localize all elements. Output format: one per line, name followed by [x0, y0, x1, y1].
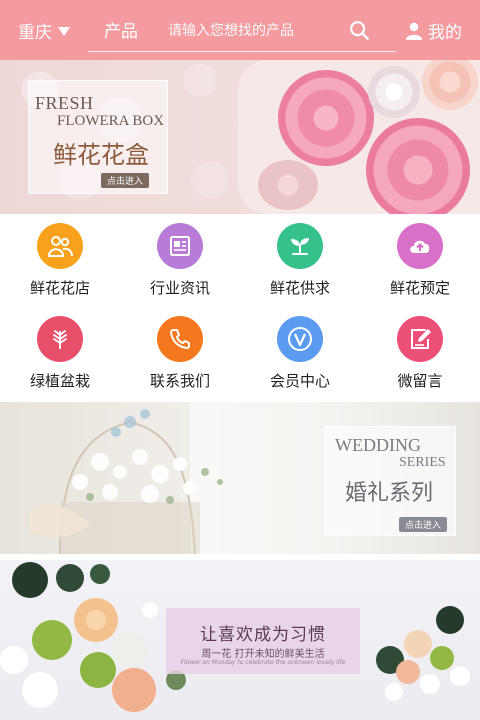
grid-label: 鲜花花店 — [29, 279, 90, 297]
grid-label: 微留言 — [397, 372, 443, 390]
enter-button[interactable]: 点击进入 — [399, 517, 448, 532]
promo-card: FRESH FLOWERA BOX 鲜花花盒 点击进入 — [28, 80, 168, 194]
dropdown-triangle-icon — [58, 27, 70, 36]
promo-title-cn: 鲜花花盒 — [53, 141, 149, 169]
search-icon[interactable] — [348, 19, 370, 41]
bud-image — [258, 160, 318, 210]
rose-image — [278, 70, 374, 166]
phone-icon — [157, 316, 203, 362]
grid-item-member-center[interactable]: 会员中心 — [240, 307, 360, 400]
grid-label: 行业资讯 — [149, 279, 210, 297]
promo-subtitle-en: SERIES — [399, 455, 446, 470]
promo-title-en: FRESH — [35, 93, 94, 113]
category-grid: 鲜花花店 行业资讯 鲜花供求 鲜花预定 绿植盆栽 联系我们 会员中心 微留言 — [0, 214, 480, 400]
white-flower-image — [368, 66, 420, 118]
grid-item-contact-us[interactable]: 联系我们 — [120, 307, 240, 400]
news-icon — [157, 223, 203, 269]
promo-subtitle-en: FLOWERA BOX — [57, 113, 165, 129]
grid-item-supply-demand[interactable]: 鲜花供求 — [240, 214, 360, 307]
sprout-icon — [277, 223, 323, 269]
user-icon — [406, 22, 422, 40]
top-header: 重庆 产品 请输入您想找的产品 我的 — [0, 0, 480, 60]
my-account-label: 我的 — [428, 23, 462, 43]
promo-card: 让喜欢成为习惯 周一花 打开未知的鲜美生活 Flower on Monday t… — [166, 608, 360, 674]
city-label: 重庆 — [18, 23, 52, 43]
rose-image — [366, 118, 470, 214]
my-account-link[interactable]: 我的 — [406, 18, 462, 43]
promo-title-en: WEDDING — [335, 435, 421, 455]
promo-title-cn: 婚礼系列 — [345, 481, 434, 506]
message-edit-icon — [397, 316, 443, 362]
flower-box-image — [238, 60, 480, 214]
grid-item-industry-news[interactable]: 行业资讯 — [120, 214, 240, 307]
cloud-upload-icon — [397, 223, 443, 269]
banner-wedding-series[interactable]: WEDDING SERIES 婚礼系列 点击进入 — [0, 402, 480, 554]
promo-title-cn: 让喜欢成为习惯 — [200, 625, 326, 645]
city-selector[interactable]: 重庆 — [18, 18, 70, 43]
grid-item-micro-message[interactable]: 微留言 — [360, 307, 480, 400]
flower-basket-image — [30, 409, 223, 554]
promo-script-text: Flower on Monday to celebrate the unknow… — [180, 659, 346, 666]
vip-icon — [277, 316, 323, 362]
grid-label: 鲜花预定 — [389, 279, 450, 297]
grid-item-flower-shop[interactable]: 鲜花花店 — [0, 214, 120, 307]
bouquet-image-right — [376, 606, 470, 701]
search-bar[interactable]: 产品 请输入您想找的产品 — [88, 8, 396, 52]
banner-enjoy-habit[interactable]: 让喜欢成为习惯 周一花 打开未知的鲜美生活 Flower on Monday t… — [0, 560, 480, 720]
search-category[interactable]: 产品 — [88, 17, 168, 42]
grid-label: 绿植盆栽 — [29, 372, 90, 390]
grid-label: 会员中心 — [269, 372, 330, 390]
grid-label: 联系我们 — [149, 372, 210, 390]
peach-flower-image — [422, 60, 478, 110]
grid-label: 鲜花供求 — [269, 279, 330, 297]
grid-item-flower-booking[interactable]: 鲜花预定 — [360, 214, 480, 307]
banner-fresh-flower-box[interactable]: FRESH FLOWERA BOX 鲜花花盒 点击进入 — [0, 60, 480, 214]
promo-subtitle: 周一花 打开未知的鲜美生活 — [201, 649, 325, 660]
leaf-icon — [37, 316, 83, 362]
enter-button[interactable]: 点击进入 — [101, 173, 150, 188]
grid-item-potted-plants[interactable]: 绿植盆栽 — [0, 307, 120, 400]
promo-card: WEDDING SERIES 婚礼系列 点击进入 — [324, 426, 456, 536]
shop-icon — [37, 223, 83, 269]
